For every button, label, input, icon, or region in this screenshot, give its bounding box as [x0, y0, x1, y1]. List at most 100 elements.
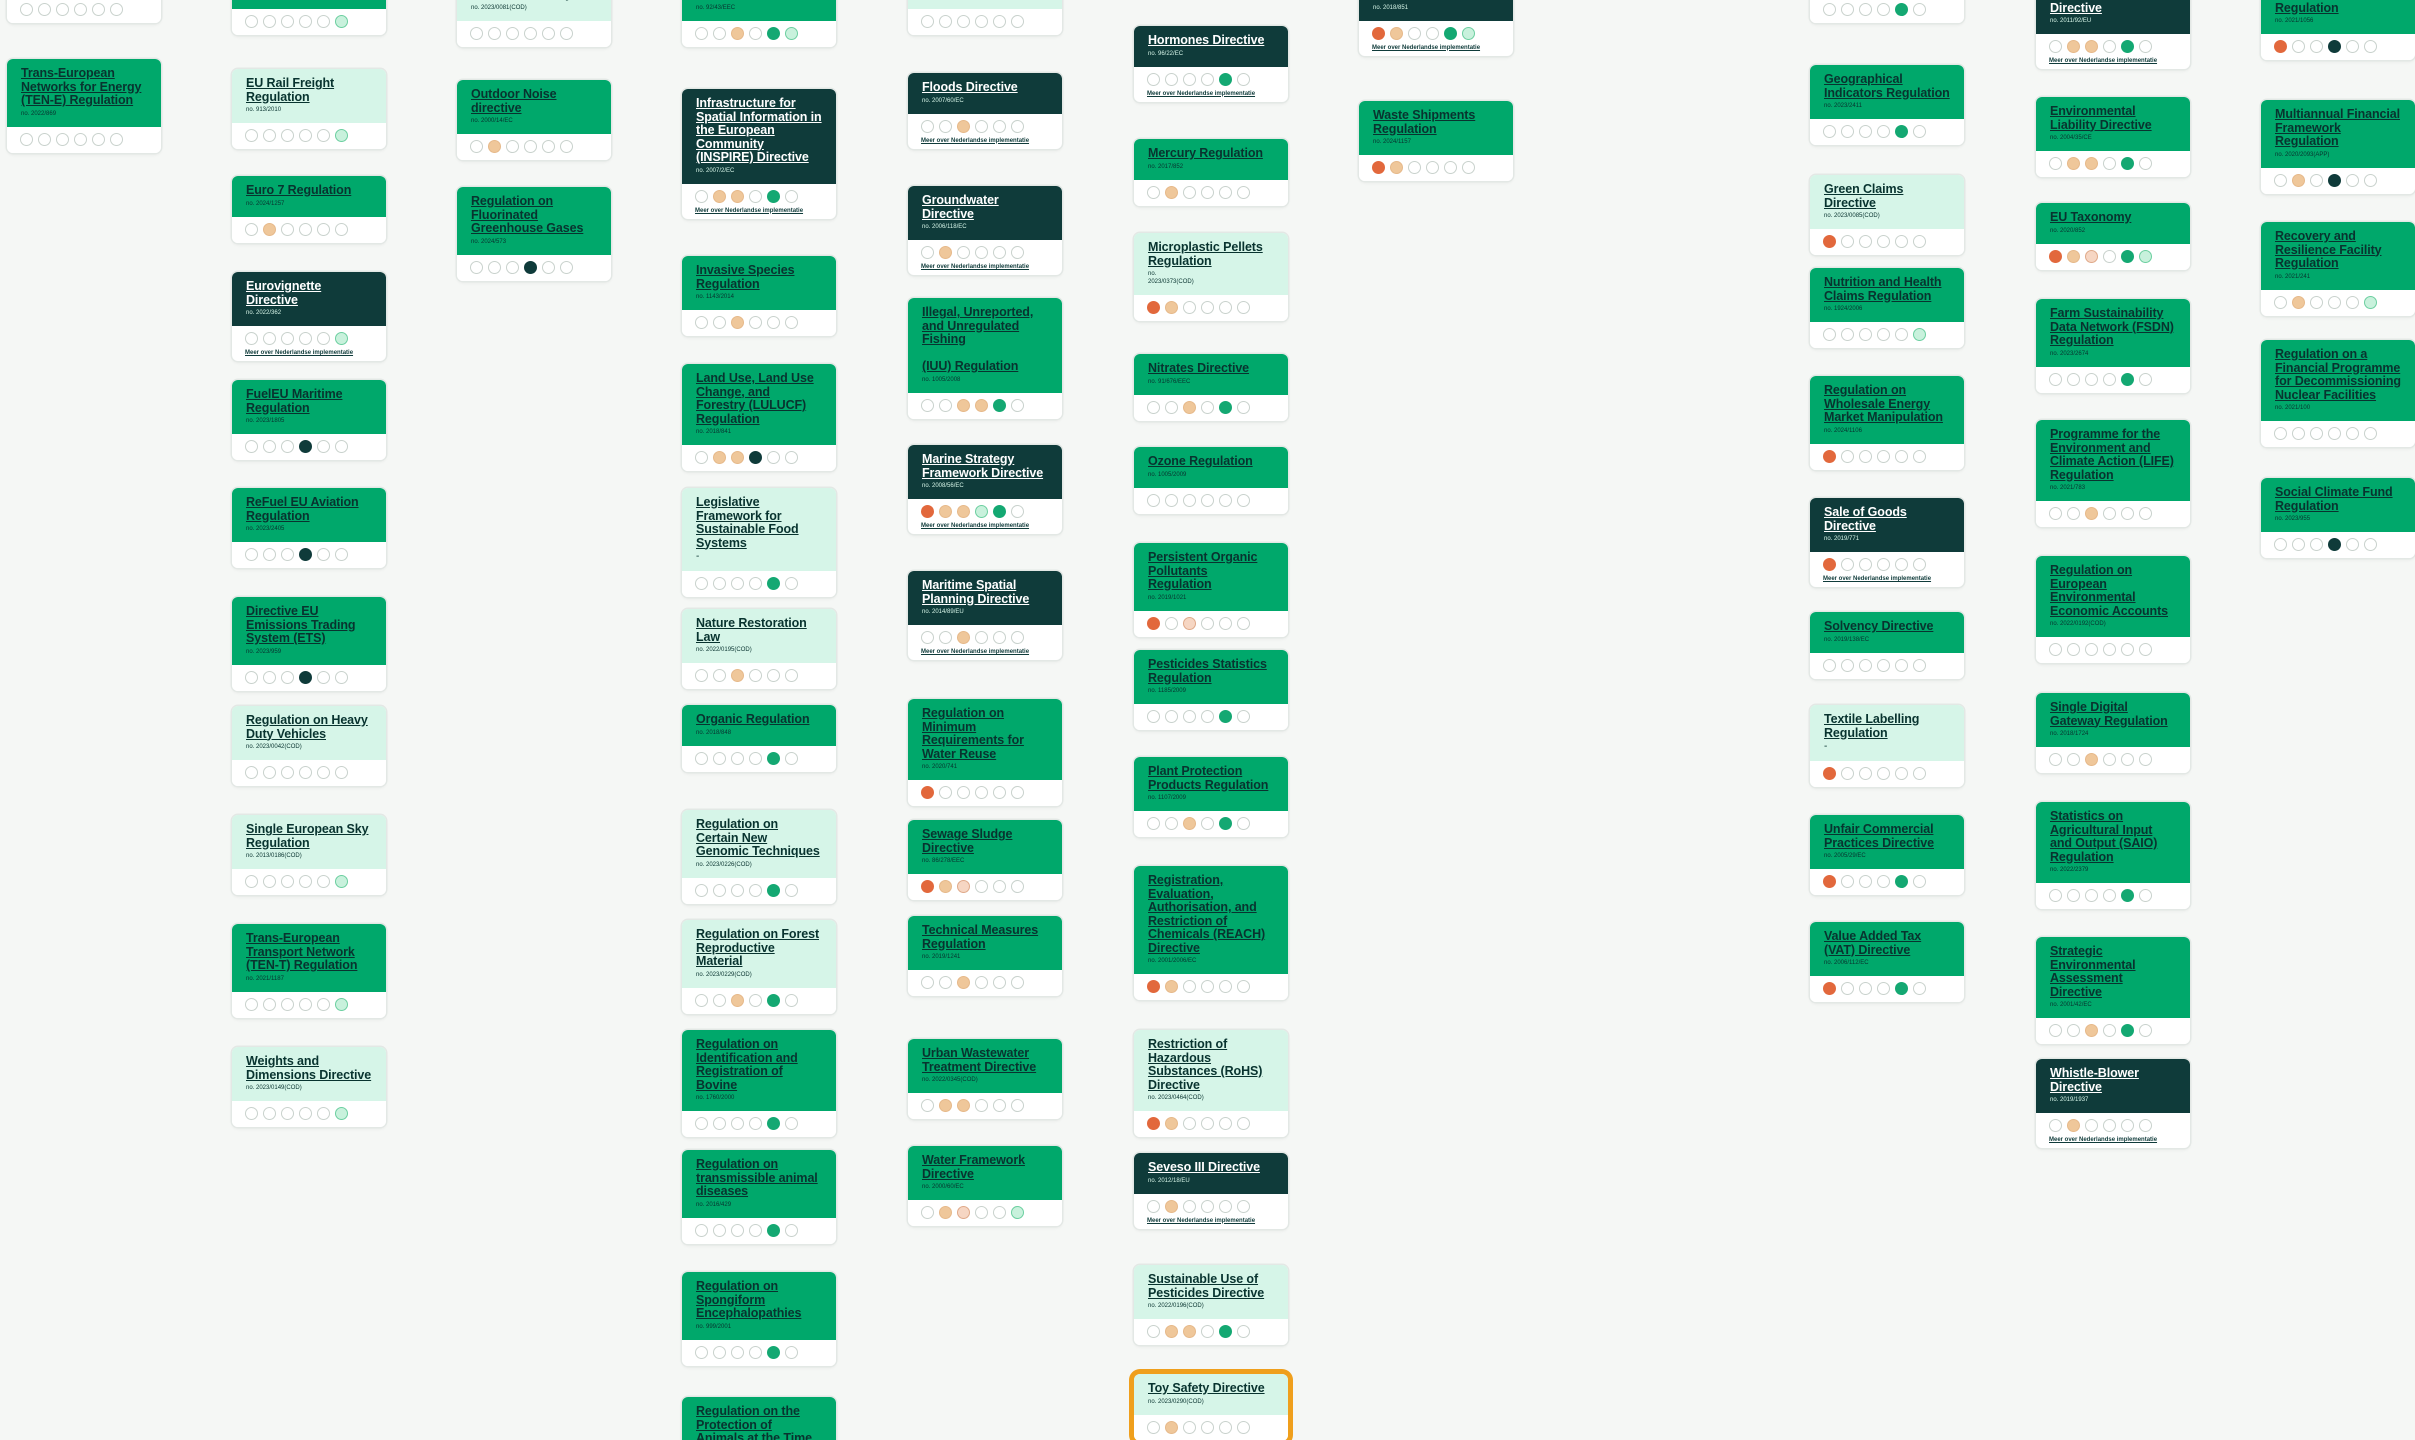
regulation-title-link[interactable]: Regulation on a Financial Programme for …: [2275, 347, 2401, 402]
regulation-card-infrastructure-for-spatial-information-i[interactable]: Infrastructure for Spatial Information i…: [682, 89, 836, 219]
regulation-title-link[interactable]: Floods Directive: [922, 80, 1048, 95]
regulation-canvas[interactable]: Trans-European Networks for Energy (TEN-…: [0, 0, 2415, 1440]
regulation-title-link[interactable]: Pesticides Statistics Regulation: [1148, 657, 1274, 685]
implementation-link[interactable]: Meer over Nederlandse implementatie: [1359, 45, 1513, 56]
regulation-title-link[interactable]: Groundwater Directive: [922, 193, 1048, 221]
regulation-card-eurovignette-directive[interactable]: Eurovignette Directive no. 2022/362 Meer o…: [232, 272, 386, 361]
regulation-title-link[interactable]: Statistics on Agricultural Input and Out…: [2050, 809, 2176, 864]
regulation-title-link[interactable]: Euro 7 Regulation: [246, 183, 372, 198]
regulation-title-link[interactable]: Regulation on European Environmental Eco…: [2050, 563, 2176, 618]
regulation-card-outdoor-noise-directive[interactable]: Outdoor Noise directive no. 2000/14/EC: [457, 80, 611, 160]
regulation-card-solvency-directive[interactable]: Solvency Directive no. 2019/138/EC: [1810, 612, 1964, 679]
regulation-card-statistics-on-agricultural-input-and-out[interactable]: Statistics on Agricultural Input and Out…: [2036, 802, 2190, 909]
regulation-card-invasive-species-regulation[interactable]: Invasive Species Regulation no. 1143/2014: [682, 256, 836, 336]
regulation-card-legislative-framework-for-sustainable-fo[interactable]: Legislative Framework for Sustainable Fo…: [682, 488, 836, 597]
implementation-link[interactable]: Meer over Nederlandse implementatie: [2036, 1137, 2190, 1148]
regulation-title-link[interactable]: Just Transition Fund Regulation: [2275, 0, 2401, 15]
regulation-title-link[interactable]: Regulation on Certain New Genomic Techni…: [696, 817, 822, 859]
regulation-title-link[interactable]: Green Claims Directive: [1824, 182, 1950, 210]
regulation-title-link[interactable]: Waste Shipments Regulation: [1373, 108, 1499, 136]
regulation-card-organic-regulation[interactable]: Organic Regulation no. 2018/848: [682, 705, 836, 772]
regulation-title-link[interactable]: Seveso III Directive: [1148, 1160, 1274, 1175]
regulation-card-trans-european-transport-network-ten-t-r[interactable]: Trans-European Transport Network (TEN-T)…: [232, 924, 386, 1018]
regulation-card-euro-7-regulation[interactable]: Euro 7 Regulation no. 2024/1257: [232, 176, 386, 243]
regulation-card-pesticides-statistics-regulation[interactable]: Pesticides Statistics Regulation no. 1185…: [1134, 650, 1288, 730]
regulation-card-green-claims-directive[interactable]: Green Claims Directive no. 2023/0085(COD): [1810, 175, 1964, 255]
regulation-title-link[interactable]: Trans-European Transport Network (TEN-T)…: [246, 931, 372, 973]
regulation-title-link[interactable]: Net-zero Industry act: [471, 0, 597, 2]
regulation-card-unfair-commercial-practices-directive[interactable]: Unfair Commercial Practices Directive no.…: [1810, 815, 1964, 895]
regulation-title-link[interactable]: Trans-European Networks for Energy (TEN-…: [21, 66, 147, 108]
regulation-card-regulation-on-european-environmental-eco[interactable]: Regulation on European Environmental Eco…: [2036, 556, 2190, 663]
regulation-title-link[interactable]: Regulation on Identification and Registr…: [696, 1037, 822, 1092]
regulation-title-link[interactable]: Legislative Framework for Sustainable Fo…: [696, 495, 822, 550]
regulation-title-link[interactable]: Environmental Liability Directive: [2050, 104, 2176, 132]
regulation-card-toy-safety-directive[interactable]: Toy Safety Directive no. 2023/0290(COD): [1134, 1374, 1288, 1440]
regulation-title-link[interactable]: Toy Safety Directive: [1148, 1381, 1274, 1396]
regulation-card-single-digital-gateway-regulation[interactable]: Single Digital Gateway Regulation no. 201…: [2036, 693, 2190, 773]
regulation-card-environmental-liability-directive[interactable]: Environmental Liability Directive no. 200…: [2036, 97, 2190, 177]
regulation-title-link[interactable]: Directive: [1373, 0, 1499, 2]
regulation-title-link[interactable]: Mercury Regulation: [1148, 146, 1274, 161]
regulation-title-link[interactable]: Farm Sustainability Data Network (FSDN) …: [2050, 306, 2176, 348]
regulation-card-trans-european-networks-for-energy-ten-e[interactable]: Trans-European Networks for Energy (TEN-…: [7, 59, 161, 153]
regulation-title-link[interactable]: Single European Sky Regulation: [246, 822, 372, 850]
regulation-title-link[interactable]: ReFuel EU Aviation Regulation: [246, 495, 372, 523]
regulation-card-card[interactable]: [1810, 0, 1964, 23]
regulation-card-strategic-environmental-assessment-direc[interactable]: Strategic Environmental Assessment Direc…: [2036, 937, 2190, 1044]
regulation-card-waste-shipments-regulation[interactable]: Waste Shipments Regulation no. 2024/1157: [1359, 101, 1513, 181]
implementation-link[interactable]: Meer over Nederlandse implementatie: [908, 649, 1062, 660]
regulation-title-link[interactable]: Nature Restoration Law: [696, 616, 822, 644]
regulation-card-fueleu-maritime-regulation[interactable]: FuelEU Maritime Regulation no. 2023/1805: [232, 380, 386, 460]
regulation-title-link[interactable]: Nutrition and Health Claims Regulation: [1824, 275, 1950, 303]
regulation-card-sewage-sludge-directive[interactable]: Sewage Sludge Directive no. 86/278/EEC: [908, 820, 1062, 900]
regulation-card-sale-of-goods-directive[interactable]: Sale of Goods Directive no. 2019/771 Meer …: [1810, 498, 1964, 587]
regulation-title-link[interactable]: Solvency Directive: [1824, 619, 1950, 634]
regulation-title-link[interactable]: Organic Regulation: [696, 712, 822, 727]
regulation-title-link[interactable]: Regulation on Minimum Requirements for W…: [922, 706, 1048, 761]
regulation-title-link[interactable]: Sustainable Use of Pesticides Directive: [1148, 1272, 1274, 1300]
regulation-card-weights-and-dimensions-directive[interactable]: Weights and Dimensions Directive no. 2023…: [232, 1047, 386, 1127]
regulation-title-link[interactable]: Value Added Tax (VAT) Directive: [1824, 929, 1950, 957]
regulation-card-regulation-on-certain-new-genomic-techni[interactable]: Regulation on Certain New Genomic Techni…: [682, 810, 836, 904]
regulation-title-link[interactable]: Programme for the Environment and Climat…: [2050, 427, 2176, 482]
regulation-card-directive-eu-emissions-trading-system-et[interactable]: Directive EU Emissions Trading System (E…: [232, 597, 386, 691]
regulation-title-link[interactable]: Microplastic Pellets Regulation: [1148, 240, 1274, 268]
regulation-title-link[interactable]: Persistent Organic Pollutants Regulation: [1148, 550, 1274, 592]
regulation-title-link[interactable]: Regulation on Fluorinated Greenhouse Gas…: [471, 194, 597, 236]
implementation-link[interactable]: Meer over Nederlandse implementatie: [682, 208, 836, 219]
regulation-card-ozone-regulation[interactable]: Ozone Regulation no. 1005/2009: [1134, 447, 1288, 514]
regulation-title-link[interactable]: EU Rail Freight Regulation: [246, 76, 372, 104]
regulation-card-regulation-on-spongiform-encephalopathie[interactable]: Regulation on Spongiform Encephalopathie…: [682, 1272, 836, 1366]
regulation-card-regulation-on-a-financial-programme-for-[interactable]: Regulation on a Financial Programme for …: [2261, 340, 2415, 447]
regulation-card-recovery-and-resilience-facility-regulat[interactable]: Recovery and Resilience Facility Regulat…: [2261, 222, 2415, 316]
regulation-title-link[interactable]: EU Taxonomy: [2050, 210, 2176, 225]
regulation-card-regulation-on-identification-and-registr[interactable]: Regulation on Identification and Registr…: [682, 1030, 836, 1137]
regulation-title-link[interactable]: Regulation on the Protection of Animals …: [696, 1404, 822, 1440]
regulation-title-link[interactable]: Nitrates Directive: [1148, 361, 1274, 376]
regulation-title-link[interactable]: Hormones Directive: [1148, 33, 1274, 48]
implementation-link[interactable]: Meer over Nederlandse implementatie: [1134, 91, 1288, 102]
regulation-title-link[interactable]: Social Climate Fund Regulation: [2275, 485, 2401, 513]
regulation-title-link[interactable]: Registration, Evaluation, Authorisation,…: [1148, 873, 1274, 955]
regulation-title-link[interactable]: Infrastructure for Spatial Information i…: [696, 96, 822, 165]
regulation-card-regulation-on-heavy-duty-vehicles[interactable]: Regulation on Heavy Duty Vehicles no. 202…: [232, 706, 386, 786]
regulation-card-land-use-land-use-change-and-forestry-lu[interactable]: Land Use, Land Use Change, and Forestry …: [682, 364, 836, 471]
regulation-card-microplastic-pellets-regulation[interactable]: Microplastic Pellets Regulation no. 2023/…: [1134, 233, 1288, 321]
regulation-title-link[interactable]: Urban Wastewater Treatment Directive: [922, 1046, 1048, 1074]
regulation-card-nature-restoration-law[interactable]: Nature Restoration Law no. 2022/0195(COD): [682, 609, 836, 689]
regulation-card-regulation-on-minimum-requirements-for-w[interactable]: Regulation on Minimum Requirements for W…: [908, 699, 1062, 806]
regulation-title-link[interactable]: Textile Labelling Regulation: [1824, 712, 1950, 740]
regulation-card-regulation-on-wholesale-energy-market-ma[interactable]: Regulation on Wholesale Energy Market Ma…: [1810, 376, 1964, 470]
regulation-card-regulation-on-transmissible-animal-disea[interactable]: Regulation on transmissible animal disea…: [682, 1150, 836, 1244]
regulation-card-directive[interactable]: Directive no. 2018/851 Meer over Nederland…: [1359, 0, 1513, 56]
regulation-title-link[interactable]: Marine Strategy Framework Directive: [922, 452, 1048, 480]
regulation-card-nutrition-and-health-claims-regulation[interactable]: Nutrition and Health Claims Regulation no…: [1810, 268, 1964, 348]
regulation-title-link[interactable]: Restriction of Hazardous Substances (RoH…: [1148, 1037, 1274, 1092]
regulation-title-link[interactable]: Land Use, Land Use Change, and Forestry …: [696, 371, 822, 426]
regulation-card-floods-directive[interactable]: Floods Directive no. 2007/60/EC Meer over …: [908, 73, 1062, 149]
regulation-card-marine-strategy-framework-directive[interactable]: Marine Strategy Framework Directive no. 2…: [908, 445, 1062, 534]
implementation-link[interactable]: Meer over Nederlandse implementatie: [908, 523, 1062, 534]
regulation-title-link[interactable]: Outdoor Noise directive: [471, 87, 597, 115]
regulation-card-whistle-blower-directive[interactable]: Whistle-Blower Directive no. 2019/1937 Mee…: [2036, 1059, 2190, 1148]
